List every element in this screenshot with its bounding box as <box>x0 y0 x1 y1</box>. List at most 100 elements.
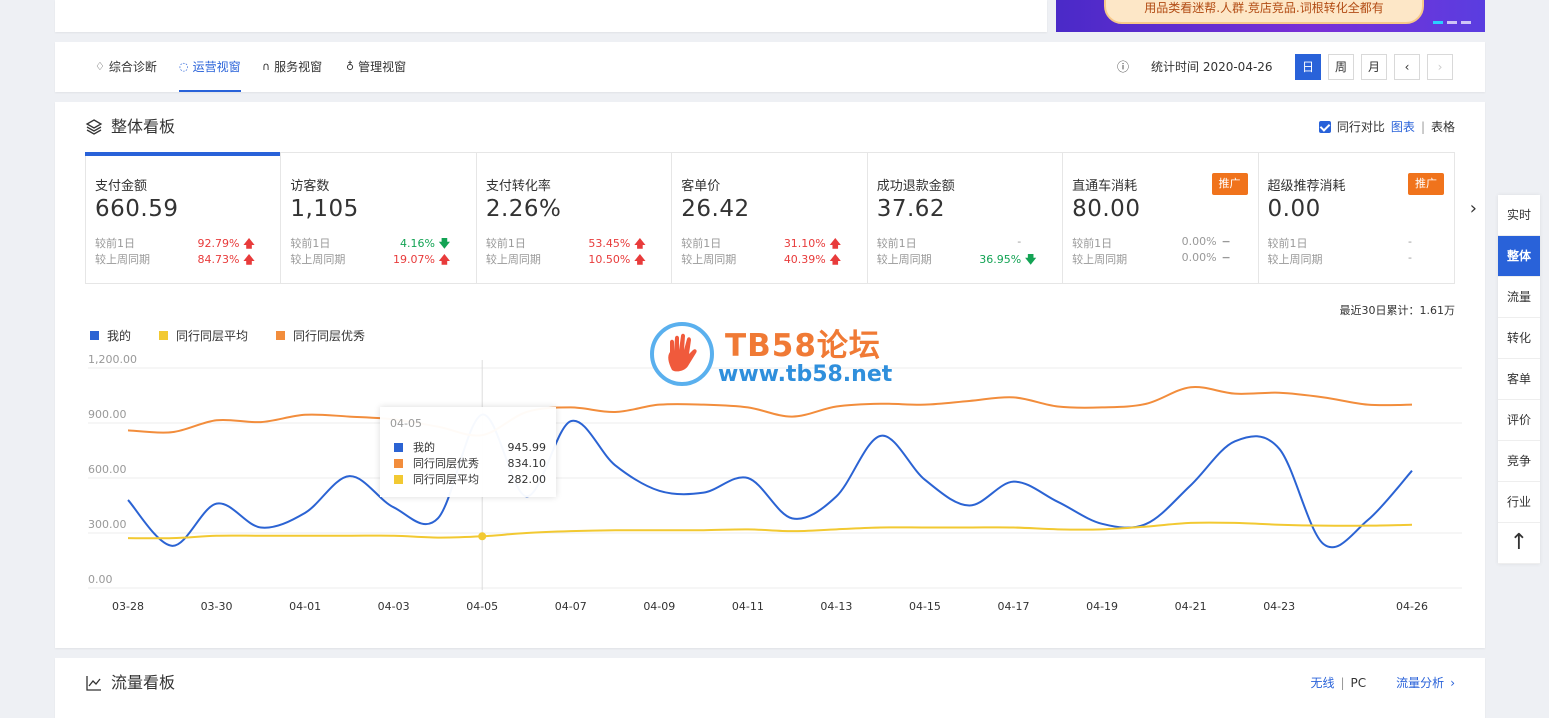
tab-label: 服务视窗 <box>274 60 323 74</box>
compare-label: 较前1日 <box>681 237 722 250</box>
x-tick-label: 04-23 <box>1263 600 1295 613</box>
headset-icon: ∩ <box>262 60 271 73</box>
metric-cards: 支付金额 660.59 较前1日 92.79% 🡅 较上周同期 84.73% 🡅 … <box>84 152 1455 284</box>
series-line-1 <box>127 521 1413 540</box>
x-tick-label: 04-21 <box>1175 600 1207 613</box>
info-icon[interactable]: ⓘ <box>1117 42 1129 92</box>
side-nav-item[interactable]: 流量 <box>1498 277 1540 318</box>
back-to-top-icon[interactable]: ↑ <box>1498 523 1540 564</box>
pc-link[interactable]: PC <box>1351 658 1367 708</box>
compare-label[interactable]: 同行对比 <box>1337 102 1385 152</box>
platform-separator: | <box>1340 676 1345 690</box>
operation-icon: ◌ <box>179 60 189 73</box>
diagnosis-icon: ♢ <box>95 60 105 73</box>
period-month-button[interactable]: 月 <box>1361 54 1387 80</box>
side-nav-item[interactable]: 实时 <box>1498 195 1540 236</box>
metric-card[interactable]: 直通车消耗 80.00 较前1日 0.00% − 较上周同期 0.00% − 推广 <box>1063 153 1259 283</box>
arrow-up-icon: 🡅 <box>243 253 255 266</box>
traffic-header: 流量看板 <box>85 658 175 708</box>
compare-label: 较前1日 <box>876 237 917 250</box>
x-tick-label: 04-26 <box>1396 600 1428 613</box>
promo-banner[interactable]: 用品类看迷帮.人群.竞店竞品.词根转化全都有 <box>1056 0 1485 32</box>
metric-value: 2.26% <box>485 196 562 222</box>
line-chart-icon <box>86 676 101 691</box>
tab-label: 管理视窗 <box>358 60 407 74</box>
chevron-right-icon[interactable]: › <box>1470 198 1477 219</box>
view-chart-link[interactable]: 图表 <box>1391 102 1415 152</box>
metric-card[interactable]: 客单价 26.42 较前1日 31.10% 🡅 较上周同期 40.39% 🡅 <box>672 153 868 283</box>
y-tick-label: 900.00 <box>88 408 127 421</box>
watermark: TB58论坛 www.tb58.net <box>650 322 910 392</box>
compare-value: 10.50% 🡅 <box>566 251 646 270</box>
metric-compare-row: 较前1日 31.10% 🡅 <box>681 235 841 251</box>
promo-badge[interactable]: 推广 <box>1407 173 1444 195</box>
metric-value: 0.00 <box>1267 196 1321 222</box>
compare-checkbox[interactable] <box>1318 121 1331 133</box>
y-tick-label: 600.00 <box>88 463 127 476</box>
tab-management-view[interactable]: ♁ 管理视窗 <box>346 42 406 92</box>
metric-compare-row: 较前1日 0.00% − <box>1072 235 1232 251</box>
promo-badge[interactable]: 推广 <box>1211 173 1248 195</box>
view-table-link[interactable]: 表格 <box>1431 102 1455 152</box>
view-separator: | <box>1420 120 1425 134</box>
tab-comprehensive-diagnosis[interactable]: ♢ 综合诊断 <box>95 42 157 92</box>
compare-value: 19.07% 🡅 <box>370 251 450 270</box>
metric-value: 1,105 <box>290 196 359 222</box>
compare-label: 较前1日 <box>95 237 135 250</box>
arrow-down-icon: 🡇 <box>1025 253 1037 266</box>
compare-value: - <box>1017 235 1022 248</box>
x-tick-label: 04-03 <box>378 600 410 613</box>
dash-icon: − <box>1221 235 1231 248</box>
metric-card[interactable]: 支付转化率 2.26% 较前1日 53.45% 🡅 较上周同期 10.50% 🡅 <box>477 153 673 283</box>
prev-date-button[interactable]: ‹ <box>1394 54 1420 80</box>
metric-compare-row: 较前1日 - <box>1268 235 1428 251</box>
compare-label: 较前1日 <box>1072 237 1113 250</box>
metric-card[interactable]: 超级推荐消耗 0.00 较前1日 - 较上周同期 - 推广 <box>1259 153 1454 283</box>
next-date-button[interactable]: › <box>1427 54 1453 80</box>
x-tick-label: 04-17 <box>998 600 1030 613</box>
tab-service-view[interactable]: ∩ 服务视窗 <box>262 42 322 92</box>
chart-tooltip: 04-05 我的 945.99 同行同层优秀 834.10 同行同层平均 282.00 <box>380 407 556 497</box>
tab-operation-view[interactable]: ◌ 运营视窗 <box>179 42 241 92</box>
x-tick-label: 04-05 <box>466 600 498 613</box>
period-week-button[interactable]: 周 <box>1328 54 1354 80</box>
x-tick-label: 04-07 <box>555 600 587 613</box>
x-tick-label: 03-30 <box>201 600 233 613</box>
metric-card[interactable]: 访客数 1,105 较前1日 4.16% 🡇 较上周同期 19.07% 🡅 <box>281 153 477 283</box>
y-tick-label: 300.00 <box>88 518 127 531</box>
side-nav-item[interactable]: 行业 <box>1498 482 1540 523</box>
x-tick-label: 04-13 <box>820 600 852 613</box>
x-tick-label: 03-28 <box>112 600 144 613</box>
metric-compare-row: 较前1日 4.16% 🡇 <box>290 235 450 251</box>
side-nav-item[interactable]: 转化 <box>1498 318 1540 359</box>
side-nav-item[interactable]: 整体 <box>1498 236 1540 277</box>
side-nav-item[interactable]: 客单 <box>1498 359 1540 400</box>
stat-time-label: 统计时间 2020-04-26 <box>1151 60 1273 74</box>
x-tick-label: 04-19 <box>1086 600 1118 613</box>
view-tabs-bar: ♢ 综合诊断 ◌ 运营视窗 ∩ 服务视窗 ♁ 管理视窗 ⓘ 统计时间 2020-… <box>55 42 1485 92</box>
chevron-right-icon[interactable]: › <box>1450 658 1455 708</box>
x-tick-label: 04-15 <box>909 600 941 613</box>
compare-value: 84.73% 🡅 <box>175 251 255 270</box>
arrow-up-icon: 🡅 <box>829 253 841 266</box>
overview-controls: 同行对比 图表 | 表格 <box>1318 102 1455 152</box>
traffic-analysis-link[interactable]: 流量分析 <box>1396 658 1444 708</box>
metric-label: 支付金额 <box>95 179 148 194</box>
side-nav-item[interactable]: 评价 <box>1498 400 1540 441</box>
highlight-point <box>478 532 487 541</box>
promo-banner-text: 用品类看迷帮.人群.竞店竞品.词根转化全都有 <box>1104 0 1424 24</box>
banner-pagination[interactable] <box>1433 21 1471 24</box>
tab-label: 综合诊断 <box>108 60 157 74</box>
side-nav-item[interactable]: 竞争 <box>1498 441 1540 482</box>
metric-value: 660.59 <box>95 196 179 222</box>
layers-icon <box>85 119 103 135</box>
tooltip-row: 我的 945.99 <box>394 440 546 456</box>
metric-card[interactable]: 成功退款金额 37.62 较前1日 - 较上周同期 36.95% 🡇 <box>868 153 1064 283</box>
metric-label: 客单价 <box>681 179 721 194</box>
metric-card[interactable]: 支付金额 660.59 较前1日 92.79% 🡅 较上周同期 84.73% 🡅 <box>84 152 282 283</box>
traffic-panel: 流量看板 无线 | PC 流量分析 › <box>55 658 1485 718</box>
period-day-button[interactable]: 日 <box>1295 54 1321 80</box>
dash-icon: − <box>1221 251 1231 264</box>
wireless-link[interactable]: 无线 <box>1310 658 1334 708</box>
tooltip-row: 同行同层优秀 834.10 <box>394 456 546 472</box>
